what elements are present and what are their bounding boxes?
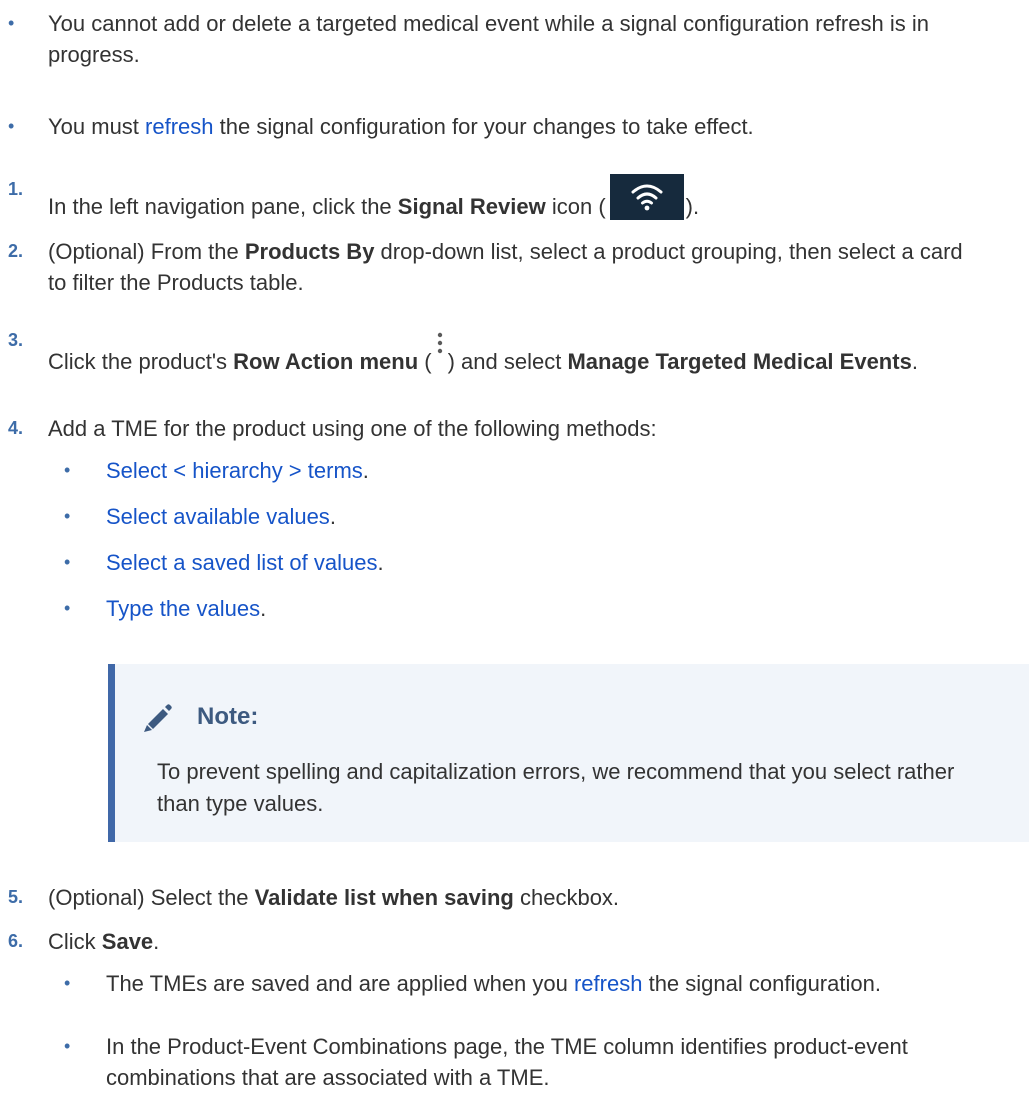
bullet-marker: • bbox=[8, 116, 15, 136]
bullet-marker: • bbox=[64, 460, 71, 480]
step-text: In the left navigation pane, click the bbox=[48, 194, 398, 219]
bullet-marker: • bbox=[64, 598, 71, 618]
products-by-label: Products By bbox=[244, 239, 375, 264]
bullet-marker: • bbox=[64, 1036, 71, 1056]
result-text: the signal configuration. bbox=[642, 971, 881, 996]
validate-list-label: Validate list when saving bbox=[254, 885, 514, 910]
step-text: Add a TME for the product using one of t… bbox=[48, 416, 657, 441]
signal-review-label: Signal Review bbox=[397, 194, 546, 219]
refresh-link[interactable]: refresh bbox=[574, 971, 642, 996]
punctuation: . bbox=[329, 504, 336, 529]
type-values-link[interactable]: Type the values bbox=[106, 596, 260, 621]
refresh-link[interactable]: refresh bbox=[145, 114, 213, 139]
bullet-marker: • bbox=[64, 506, 71, 526]
step-text: icon ( bbox=[545, 194, 606, 219]
bullet-text: the signal configuration for your change… bbox=[213, 114, 754, 139]
result-text: The TMEs are saved and are applied when … bbox=[106, 971, 574, 996]
wifi-icon bbox=[609, 174, 684, 220]
step-text: ). bbox=[685, 194, 700, 219]
bullet-marker: • bbox=[64, 552, 71, 572]
step-text: (Optional) From the bbox=[48, 239, 245, 264]
bullet-text: You cannot add or delete a targeted medi… bbox=[48, 11, 929, 67]
kebab-menu-icon bbox=[431, 325, 448, 369]
note-title: Note: bbox=[197, 703, 259, 730]
step-number: 4. bbox=[8, 418, 24, 438]
step-text: Click the product's bbox=[48, 349, 234, 374]
select-hierarchy-terms-link[interactable]: Select < hierarchy > terms bbox=[106, 458, 363, 483]
step-text: . bbox=[153, 929, 160, 954]
manage-tme-label: Manage Targeted Medical Events bbox=[567, 349, 912, 374]
step-text: (Optional) Select the bbox=[48, 885, 255, 910]
step-number: 6. bbox=[8, 931, 24, 951]
bullet-marker: • bbox=[8, 13, 15, 33]
punctuation: . bbox=[362, 458, 369, 483]
step-number: 3. bbox=[8, 330, 24, 350]
bullet-text: You must bbox=[48, 114, 146, 139]
step-number: 2. bbox=[8, 241, 24, 261]
step-number: 1. bbox=[8, 179, 24, 199]
save-label: Save bbox=[101, 929, 154, 954]
step-text: ( bbox=[418, 349, 432, 374]
step-number: 5. bbox=[8, 887, 24, 907]
punctuation: . bbox=[260, 596, 267, 621]
step-text: . bbox=[911, 349, 918, 374]
punctuation: . bbox=[377, 550, 384, 575]
step-text: checkbox. bbox=[513, 885, 620, 910]
row-action-menu-label: Row Action menu bbox=[233, 349, 419, 374]
note-box: Note: To prevent spelling and capitaliza… bbox=[108, 664, 1029, 842]
step-text: Click bbox=[48, 929, 102, 954]
select-saved-list-link[interactable]: Select a saved list of values bbox=[106, 550, 377, 575]
select-available-values-link[interactable]: Select available values bbox=[106, 504, 330, 529]
step-text: ) and select bbox=[447, 349, 568, 374]
result-text: In the Product-Event Combinations page, … bbox=[106, 1034, 908, 1090]
note-body: To prevent spelling and capitalization e… bbox=[157, 759, 955, 816]
bullet-marker: • bbox=[64, 973, 71, 993]
pencil-icon bbox=[139, 702, 173, 738]
